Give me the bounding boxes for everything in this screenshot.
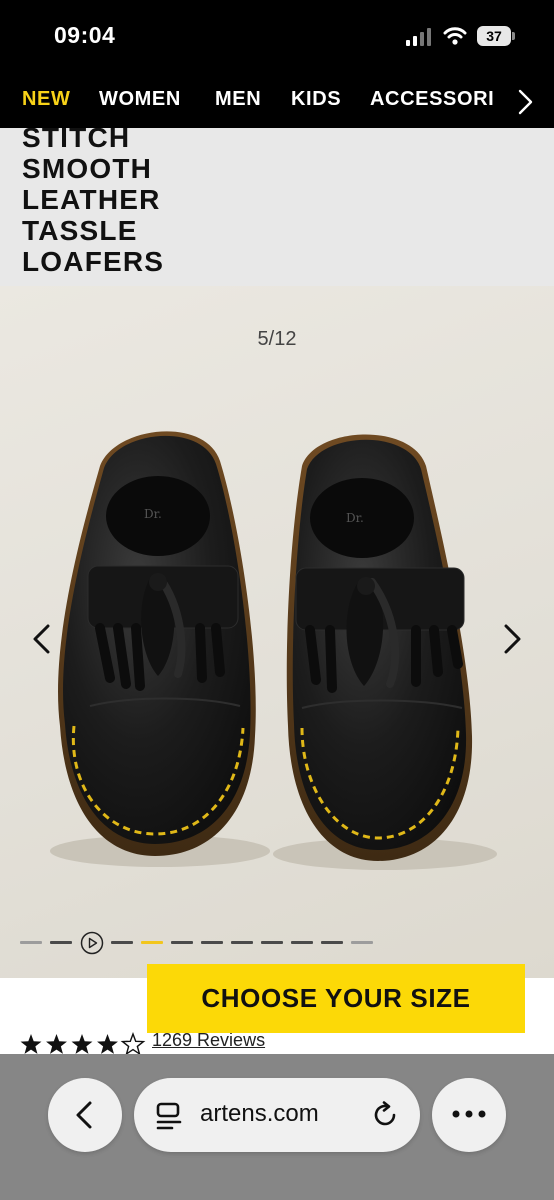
product-title: STITCH SMOOTH LEATHER TASSLE LOAFERS <box>0 128 554 286</box>
page-dot[interactable] <box>111 941 133 944</box>
page-dot[interactable] <box>321 941 343 944</box>
nav-item-kids[interactable]: KIDS <box>291 88 341 111</box>
star-filled-icon <box>71 1034 93 1054</box>
chevron-left-icon <box>33 624 50 654</box>
more-button[interactable] <box>432 1078 506 1152</box>
title-line: LOAFERS <box>22 246 165 277</box>
reader-icon[interactable] <box>156 1102 186 1130</box>
page-dot-active[interactable] <box>141 941 163 944</box>
star-filled-icon <box>20 1034 42 1054</box>
product-gallery[interactable]: 5/12 Dr. Dr. <box>0 286 554 978</box>
page-dot[interactable] <box>171 941 193 944</box>
signal-icon <box>406 28 431 46</box>
chevron-right-icon[interactable] <box>514 88 536 116</box>
page-dot[interactable] <box>291 941 313 944</box>
left-shoe: Dr. <box>58 431 256 856</box>
star-filled-icon <box>46 1034 67 1054</box>
page-dot[interactable] <box>261 941 283 944</box>
prev-image-button[interactable] <box>26 622 60 656</box>
status-time: 09:04 <box>54 22 116 48</box>
nav-item-men[interactable]: MEN <box>215 88 261 111</box>
page-dot[interactable] <box>201 941 223 944</box>
nav-item-women[interactable]: WOMEN <box>99 88 181 111</box>
category-nav: NEW WOMEN MEN KIDS ACCESSORI <box>0 76 554 128</box>
choose-size-button[interactable]: CHOOSE YOUR SIZE <box>147 964 525 1033</box>
svg-text:Dr.: Dr. <box>346 511 364 525</box>
wifi-icon <box>443 27 467 45</box>
page-dot[interactable] <box>351 941 373 944</box>
reviews-link[interactable]: 1269 Reviews <box>152 1030 265 1051</box>
url-text: artens.com <box>200 1100 319 1127</box>
star-empty-icon <box>120 1032 146 1056</box>
page-dot[interactable] <box>231 941 253 944</box>
browser-toolbar: artens.com <box>0 1054 554 1200</box>
back-button[interactable] <box>48 1078 122 1152</box>
next-image-button[interactable] <box>494 622 528 656</box>
title-line: LEATHER <box>22 184 161 215</box>
product-image: Dr. Dr. <box>50 431 497 870</box>
image-counter: 5/12 <box>257 328 297 350</box>
svg-text:Dr.: Dr. <box>144 507 162 521</box>
right-shoe: Dr. <box>286 434 473 861</box>
chevron-right-icon <box>504 624 521 654</box>
title-line: SMOOTH <box>22 153 153 184</box>
nav-item-new[interactable]: NEW <box>22 88 70 111</box>
play-icon[interactable] <box>80 931 104 955</box>
reload-icon[interactable] <box>370 1100 400 1130</box>
star-filled-icon <box>97 1034 118 1054</box>
title-line: STITCH <box>22 128 131 153</box>
back-icon <box>76 1101 92 1129</box>
battery-icon: 37 <box>477 26 515 46</box>
more-icon <box>452 1110 486 1118</box>
gallery-pagination <box>20 931 380 955</box>
page-dot[interactable] <box>20 941 42 944</box>
page-dot[interactable] <box>50 941 72 944</box>
title-line: TASSLE <box>22 215 138 246</box>
battery-level: 37 <box>477 26 511 46</box>
status-bar: 09:04 37 <box>0 0 554 76</box>
nav-item-accessories[interactable]: ACCESSORI <box>370 88 494 111</box>
address-bar[interactable]: artens.com <box>134 1078 420 1152</box>
